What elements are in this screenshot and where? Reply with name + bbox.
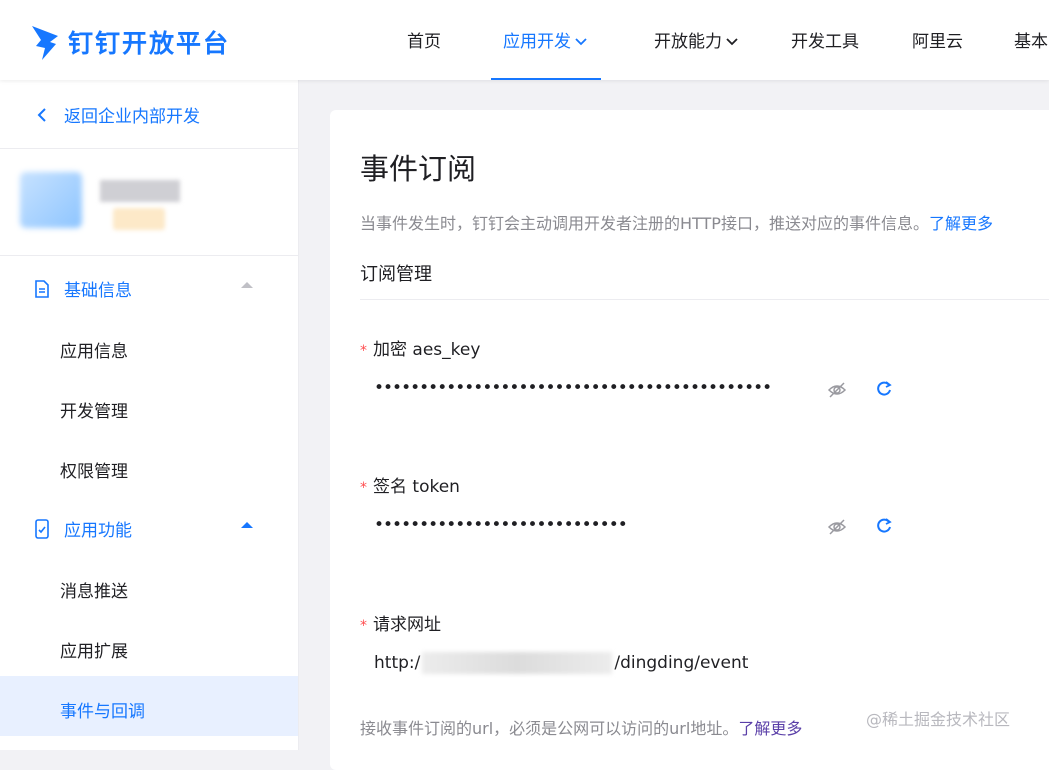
caret-up-icon[interactable]	[240, 280, 254, 290]
learn-more-link[interactable]: 了解更多	[929, 214, 993, 233]
nav-app-dev[interactable]: 应用开发	[491, 0, 601, 80]
nav-app-dev-label: 应用开发	[503, 32, 571, 52]
request-url-label-text: 请求网址	[373, 615, 441, 635]
nav-dev-tools-label: 开发工具	[791, 32, 859, 52]
url-prefix: http:/	[374, 653, 421, 673]
url-host-redacted	[422, 652, 613, 674]
main-content-card: 事件订阅 当事件发生时，钉钉会主动调用开发者注册的HTTP接口，推送对应的事件信…	[330, 110, 1049, 770]
nav-basic[interactable]: 基本	[1014, 0, 1048, 80]
sidebar-group-app-features[interactable]: 应用功能	[34, 516, 132, 541]
logo[interactable]: 钉钉开放平台	[30, 22, 230, 62]
required-mark: *	[360, 480, 367, 496]
request-url-label: * 请求网址	[360, 610, 441, 635]
top-navigation-bar: 钉钉开放平台 首页 应用开发 开放能力 开发工具 阿里云 基本	[0, 0, 1049, 80]
refresh-icon[interactable]	[874, 516, 894, 536]
app-avatar	[20, 172, 82, 228]
url-hint: 接收事件订阅的url，必须是公网可以访问的url地址。了解更多	[360, 715, 802, 739]
sidebar: 返回企业内部开发 基础信息 应用信息 开发管理 权限管理 应用功能 消息推送 应…	[0, 80, 299, 750]
sidebar-item-app-info[interactable]: 应用信息	[60, 337, 128, 362]
chevron-left-icon	[37, 107, 46, 122]
required-mark: *	[360, 343, 367, 359]
request-url-value[interactable]: http:/ /dingding/event	[374, 652, 748, 674]
section-divider	[360, 299, 1049, 300]
sidebar-item-dev-management[interactable]: 开发管理	[60, 397, 128, 422]
eye-off-icon[interactable]	[827, 380, 847, 400]
nav-aliyun-label: 阿里云	[912, 32, 963, 52]
page-description: 当事件发生时，钉钉会主动调用开发者注册的HTTP接口，推送对应的事件信息。了解更…	[360, 210, 993, 234]
nav-open-capability-label: 开放能力	[654, 32, 722, 52]
nav-aliyun[interactable]: 阿里云	[912, 0, 963, 80]
nav-dev-tools[interactable]: 开发工具	[791, 0, 859, 80]
watermark: @稀土掘金技术社区	[866, 710, 1011, 729]
app-phone-icon	[35, 518, 49, 539]
app-name-redacted	[100, 180, 180, 202]
aes-key-label: * 加密 aes_key	[360, 335, 480, 360]
sidebar-active-highlight	[0, 676, 298, 736]
required-mark: *	[360, 618, 367, 634]
section-title: 订阅管理	[360, 264, 432, 285]
nav-basic-label: 基本	[1014, 32, 1048, 52]
page-description-text: 当事件发生时，钉钉会主动调用开发者注册的HTTP接口，推送对应的事件信息。	[360, 214, 929, 233]
url-suffix: /dingding/event	[614, 653, 749, 673]
eye-off-icon[interactable]	[827, 517, 847, 537]
sidebar-group-basic-info[interactable]: 基础信息	[34, 276, 132, 301]
sidebar-item-app-extension[interactable]: 应用扩展	[60, 637, 128, 662]
nav-home[interactable]: 首页	[407, 0, 441, 80]
url-hint-text: 接收事件订阅的url，必须是公网可以访问的url地址。	[360, 719, 739, 738]
token-label-text: 签名 token	[373, 477, 460, 497]
app-card-redacted	[20, 160, 280, 250]
page-title: 事件订阅	[360, 152, 477, 186]
divider	[0, 148, 298, 149]
caret-up-icon[interactable]	[240, 520, 254, 530]
sidebar-item-permissions[interactable]: 权限管理	[60, 457, 128, 482]
divider	[0, 255, 298, 256]
aes-key-label-text: 加密 aes_key	[373, 340, 481, 360]
document-icon	[35, 279, 49, 298]
logo-text: 钉钉开放平台	[68, 29, 231, 58]
chevron-down-icon	[726, 38, 738, 46]
sidebar-item-events-callbacks[interactable]: 事件与回调	[60, 697, 145, 722]
app-badge-redacted	[113, 208, 165, 230]
token-label: * 签名 token	[360, 472, 460, 497]
hint-learn-more-link[interactable]: 了解更多	[738, 719, 802, 738]
sidebar-group-app-features-label: 应用功能	[64, 521, 132, 541]
sidebar-item-message-push[interactable]: 消息推送	[60, 577, 128, 602]
aes-key-value[interactable]: ••••••••••••••••••••••••••••••••••••••••…	[374, 378, 772, 398]
back-link[interactable]: 返回企业内部开发	[36, 102, 200, 127]
chevron-down-icon	[575, 38, 587, 46]
nav-open-capability[interactable]: 开放能力	[654, 0, 738, 80]
sidebar-group-basic-info-label: 基础信息	[64, 281, 132, 301]
refresh-icon[interactable]	[874, 379, 894, 399]
logo-icon	[32, 26, 58, 60]
back-link-label: 返回企业内部开发	[64, 107, 200, 127]
token-value[interactable]: ••••••••••••••••••••••••••••	[374, 515, 628, 535]
nav-home-label: 首页	[407, 32, 441, 52]
